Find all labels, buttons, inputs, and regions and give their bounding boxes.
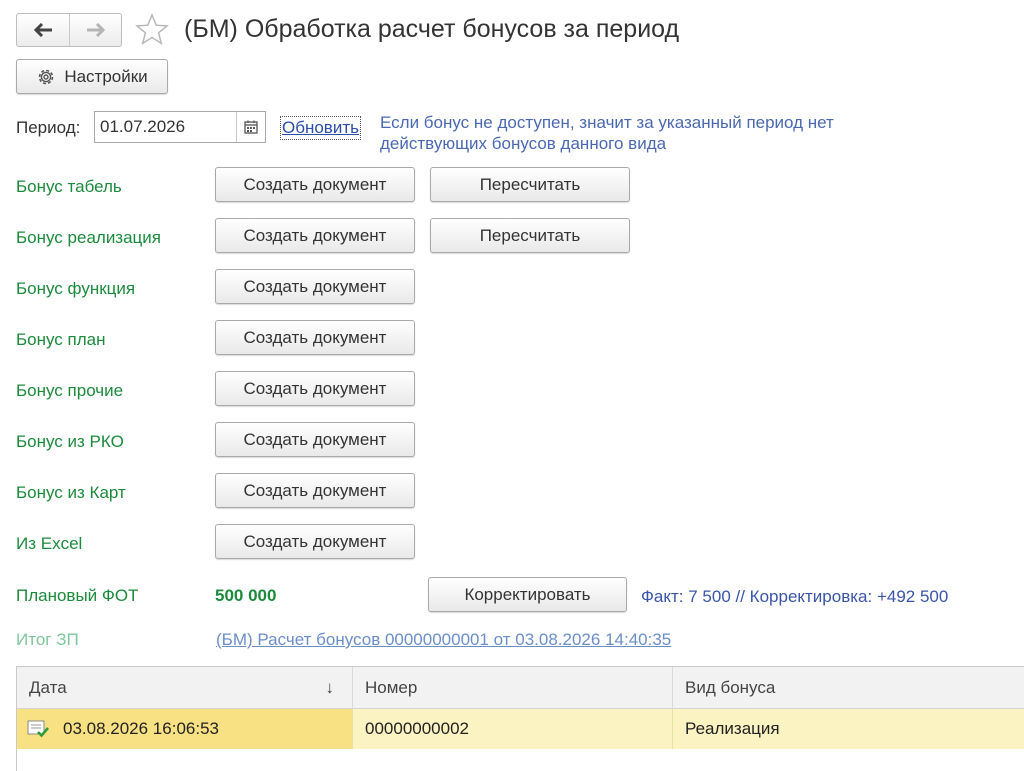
fot-label: Плановый ФОТ [16,586,139,605]
back-button[interactable] [17,14,69,46]
create-document-button-kart[interactable]: Создать документ [215,473,415,508]
settings-label: Настройки [64,66,148,86]
create-document-button-prochie[interactable]: Создать документ [215,371,415,406]
page-title: (БМ) Обработка расчет бонусов за период [184,15,680,43]
forward-button[interactable] [69,14,121,46]
document-posted-icon [27,720,49,738]
refresh-link[interactable]: Обновить [280,116,361,140]
cell-date[interactable]: 03.08.2026 16:06:53 [17,709,353,749]
table-header: Дата ↓ Номер Вид бонуса [17,667,1024,709]
table-row[interactable]: 03.08.2026 16:06:53 00000000002 Реализац… [17,709,1024,749]
sort-down-icon: ↓ [325,678,335,697]
create-document-button-tabel[interactable]: Создать документ [215,167,415,202]
settings-button[interactable]: Настройки [16,59,168,94]
create-document-button-funkciya[interactable]: Создать документ [215,269,415,304]
calendar-button[interactable] [236,112,265,142]
arrow-left-icon [33,23,52,37]
calendar-icon [244,120,258,134]
create-document-button-excel[interactable]: Создать документ [215,524,415,559]
bonus-label-plan: Бонус план [16,330,106,349]
bonus-label-realizaciya: Бонус реализация [16,228,161,247]
period-value[interactable]: 01.07.2026 [95,112,236,142]
arrow-right-icon [86,23,105,37]
correct-button[interactable]: Корректировать [428,577,627,612]
gear-icon [36,67,56,87]
bonus-label-kart: Бонус из Карт [16,483,126,502]
cell-bonus-type[interactable]: Реализация [673,709,1024,749]
bonus-label-tabel: Бонус табель [16,177,122,196]
column-header-number[interactable]: Номер [353,667,673,709]
period-hint: Если бонус не доступен, значит за указан… [380,113,834,153]
bonus-label-prochie: Бонус прочие [16,381,124,400]
cell-date-value: 03.08.2026 16:06:53 [63,719,219,738]
create-document-button-plan[interactable]: Создать документ [215,320,415,355]
column-header-date[interactable]: Дата ↓ [17,667,353,709]
cell-number[interactable]: 00000000002 [353,709,673,749]
recalculate-button-realizaciya[interactable]: Пересчитать [430,218,630,253]
bonus-label-excel: Из Excel [16,534,83,553]
bonus-label-rko: Бонус из РКО [16,432,124,451]
create-document-button-realizaciya[interactable]: Создать документ [215,218,415,253]
period-label: Период: [16,118,81,137]
create-document-button-rko[interactable]: Создать документ [215,422,415,457]
itog-document-link[interactable]: (БМ) Расчет бонусов 00000000001 от 03.08… [216,630,671,650]
period-input[interactable]: 01.07.2026 [94,111,266,143]
navigation-group [16,13,122,47]
bonus-label-funkciya: Бонус функция [16,279,136,298]
column-header-date-label: Дата [29,678,67,697]
fact-correction-text: Факт: 7 500 // Корректировка: +492 500 [641,587,949,606]
recalculate-button-tabel[interactable]: Пересчитать [430,167,630,202]
fot-value: 500 000 [215,586,277,605]
itog-label: Итог ЗП [16,630,79,649]
documents-table: Дата ↓ Номер Вид бонуса 03.08.2026 16:06… [16,666,1024,771]
column-header-bonus-type[interactable]: Вид бонуса [673,667,1024,709]
star-icon[interactable] [134,12,170,48]
